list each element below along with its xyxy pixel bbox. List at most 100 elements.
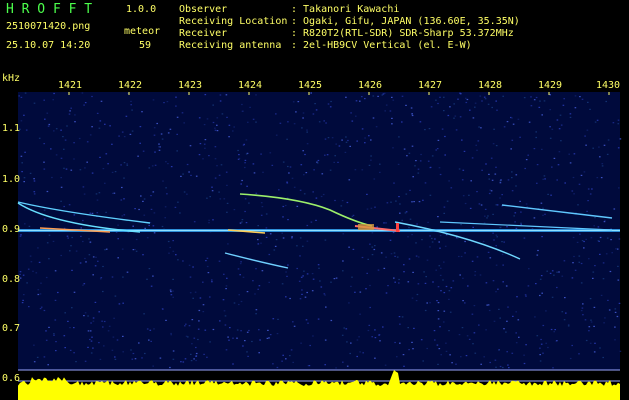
noise-pixel [299, 298, 302, 300]
noise-pixel [170, 294, 173, 296]
noise-pixel [74, 121, 76, 123]
noise-pixel [282, 237, 285, 239]
noise-pixel [345, 328, 348, 330]
noise-pixel [120, 164, 122, 166]
noise-pixel [612, 122, 615, 124]
noise-pixel [123, 162, 126, 164]
noise-pixel [325, 306, 327, 308]
noise-pixel [226, 277, 228, 279]
noise-pixel [304, 153, 306, 156]
noise-pixel [63, 335, 66, 337]
noise-pixel [561, 275, 564, 277]
noise-pixel [576, 241, 579, 243]
noise-pixel [48, 123, 51, 126]
noise-pixel [69, 327, 71, 329]
noise-pixel [321, 173, 324, 175]
noise-pixel [502, 366, 504, 369]
noise-pixel [593, 351, 596, 353]
noise-pixel [359, 291, 362, 293]
noise-pixel [459, 274, 461, 276]
noise-pixel [478, 126, 480, 128]
app-name: H R O F F T [6, 2, 93, 17]
noise-pixel [131, 109, 133, 111]
noise-pixel [167, 132, 170, 134]
noise-pixel [225, 171, 228, 173]
noise-pixel [258, 329, 260, 331]
noise-pixel [489, 257, 492, 259]
noise-pixel [301, 293, 303, 295]
noise-pixel [43, 218, 46, 220]
noise-pixel [437, 102, 439, 105]
noise-pixel [302, 245, 304, 247]
noise-pixel [483, 356, 485, 358]
noise-pixel [130, 104, 132, 106]
noise-pixel [96, 212, 99, 214]
noise-pixel [417, 256, 420, 258]
noise-pixel [225, 94, 228, 96]
noise-pixel [429, 235, 431, 237]
noise-pixel [604, 219, 606, 221]
noise-pixel [543, 100, 546, 102]
app-version: 1.0.0 [126, 4, 157, 15]
noise-pixel [599, 347, 601, 349]
noise-pixel [541, 292, 543, 294]
noise-pixel [172, 358, 175, 360]
x-tick-1424: 1424 [238, 80, 263, 91]
noise-pixel [438, 265, 441, 267]
noise-pixel [488, 192, 491, 195]
noise-pixel [144, 352, 146, 355]
noise-pixel [472, 226, 474, 228]
x-tick-1422: 1422 [118, 80, 143, 91]
noise-pixel [536, 254, 539, 256]
noise-pixel [132, 225, 134, 227]
noise-pixel [240, 261, 242, 263]
noise-pixel [444, 135, 446, 138]
noise-pixel [401, 95, 404, 97]
noise-pixel [209, 196, 211, 198]
noise-pixel [564, 182, 566, 184]
noise-pixel [91, 172, 94, 174]
noise-pixel [540, 338, 542, 341]
noise-pixel [607, 299, 609, 301]
noise-pixel [374, 357, 376, 359]
noise-pixel [359, 313, 361, 315]
noise-pixel [204, 329, 207, 331]
noise-pixel [166, 101, 169, 103]
noise-pixel [542, 214, 544, 216]
noise-pixel [437, 139, 440, 141]
noise-pixel [285, 358, 287, 360]
noise-pixel [239, 274, 241, 276]
noise-pixel [452, 280, 455, 282]
noise-pixel [352, 248, 355, 250]
noise-pixel [618, 238, 621, 240]
noise-pixel [462, 169, 465, 171]
noise-pixel [30, 261, 33, 263]
noise-pixel [499, 317, 501, 319]
noise-pixel [482, 240, 485, 242]
noise-pixel [602, 262, 605, 264]
noise-pixel [260, 242, 262, 244]
noise-pixel [492, 280, 495, 282]
noise-pixel [227, 336, 229, 338]
noise-pixel [418, 201, 421, 203]
noise-pixel [348, 179, 351, 181]
noise-pixel [60, 157, 63, 159]
noise-pixel [300, 342, 302, 344]
noise-pixel [121, 131, 124, 133]
noise-pixel [71, 269, 73, 271]
noise-pixel [92, 347, 94, 349]
noise-pixel [567, 325, 570, 327]
noise-pixel [539, 278, 542, 280]
meteor-label: meteor [124, 26, 161, 37]
noise-pixel [487, 304, 490, 306]
noise-pixel [64, 139, 67, 141]
noise-pixel [304, 296, 307, 298]
noise-pixel [47, 125, 50, 127]
noise-pixel [399, 212, 401, 214]
noise-pixel [591, 188, 593, 190]
noise-pixel [139, 126, 142, 128]
noise-pixel [616, 248, 619, 250]
noise-pixel [359, 351, 361, 353]
noise-pixel [468, 194, 470, 196]
noise-pixel [470, 180, 472, 182]
